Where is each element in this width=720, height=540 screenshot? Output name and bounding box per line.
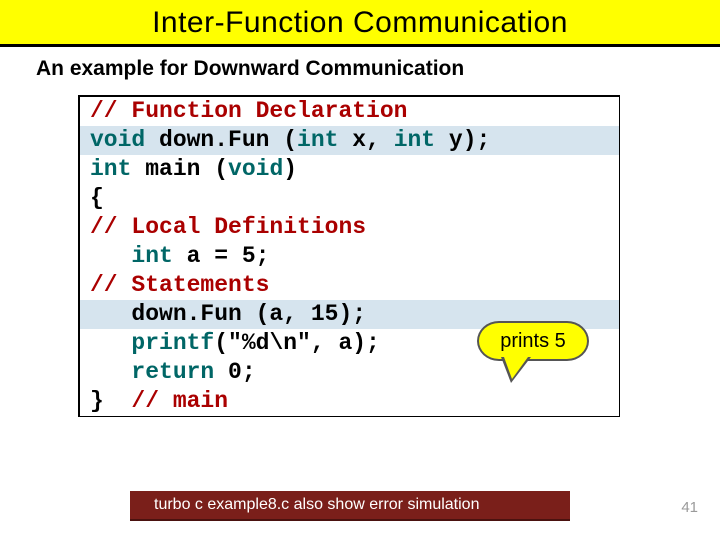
code-line: int a = 5; [80,242,619,271]
code-line: void down.Fun (int x, int y); [80,126,619,155]
code-box: // Function Declaration void down.Fun (i… [78,95,620,417]
code-line: // Function Declaration [80,97,619,126]
code-line: { [80,184,619,213]
code-line: printf("%d\n", a); [80,329,619,358]
footer-note: turbo c example8.c also show error simul… [130,491,570,521]
code-line: int main (void) [80,155,619,184]
code-line: } // main [80,387,619,416]
slide-title: Inter-Function Communication [0,6,720,40]
title-bar: Inter-Function Communication [0,0,720,47]
code-line: // Local Definitions [80,213,619,242]
slide-subtitle: An example for Downward Communication [36,57,720,81]
code-line: // Statements [80,271,619,300]
code-line: return 0; [80,358,619,387]
code-line: down.Fun (a, 15); [80,300,619,329]
page-number: 41 [681,499,698,516]
